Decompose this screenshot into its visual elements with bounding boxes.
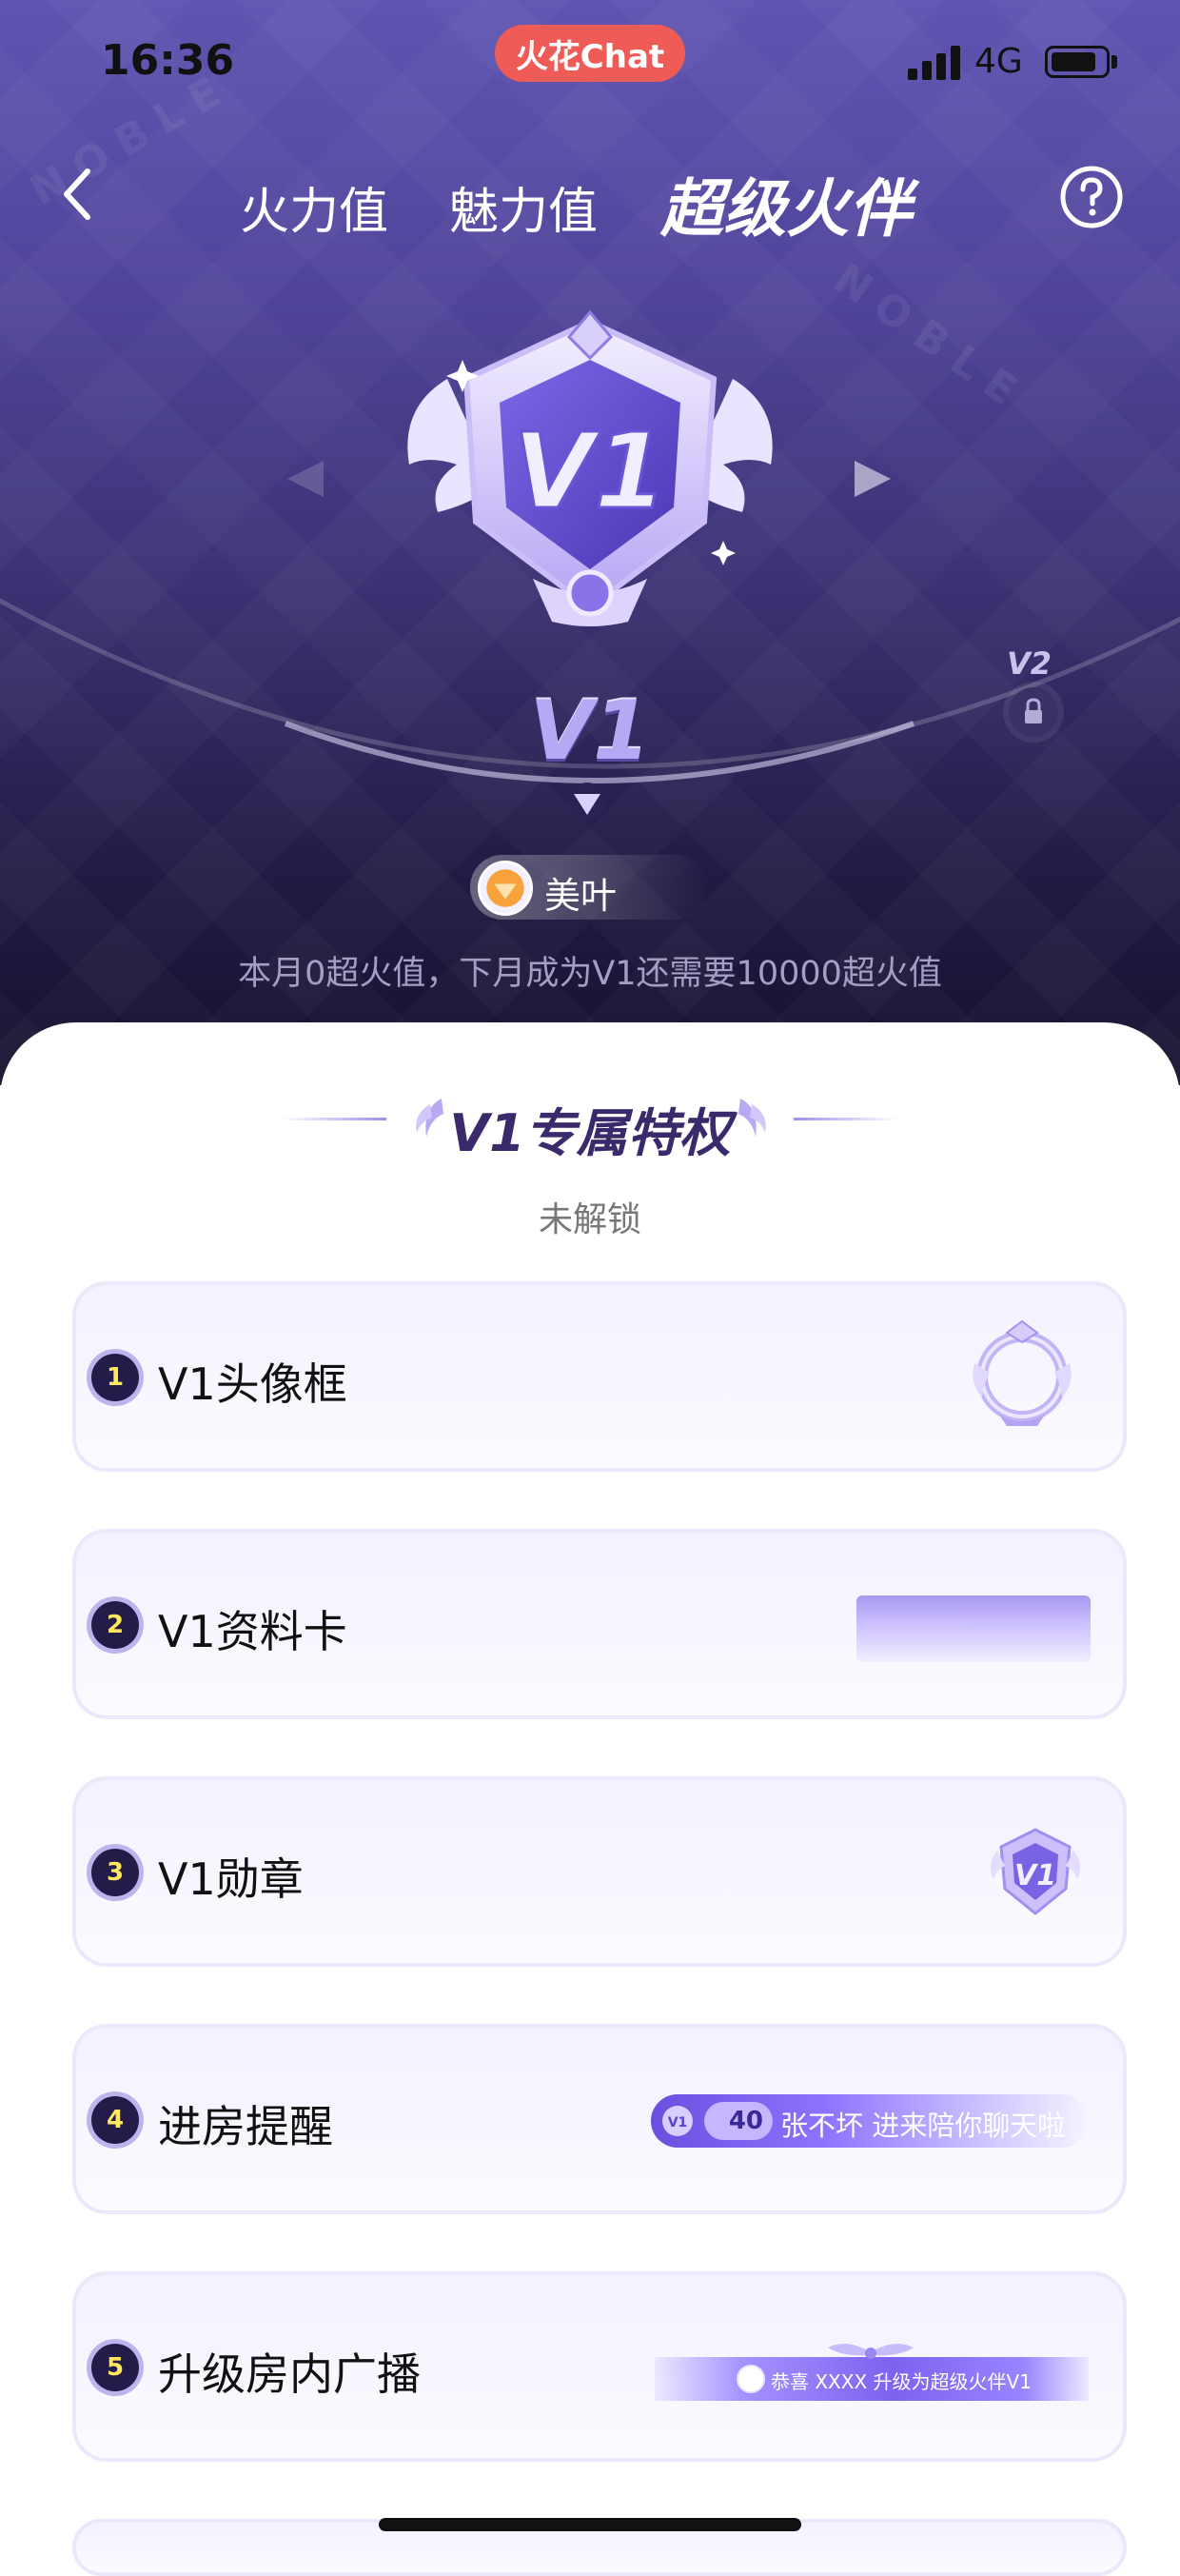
- question-circle-icon[interactable]: [1058, 164, 1125, 230]
- avatar: [737, 2365, 765, 2393]
- privilege-number: 4: [91, 2096, 139, 2144]
- entry-banner-text: 张不坏 进来陪你聊天啦: [780, 2110, 1066, 2142]
- battery-tip: [1111, 55, 1117, 69]
- progress-text: 本月0超火值，下月成为V1还需要10000超火值: [238, 955, 942, 993]
- user-name: 美叶: [544, 875, 618, 917]
- laurel-left-icon: [416, 1099, 443, 1137]
- next-level-arrow-icon[interactable]: [849, 455, 896, 503]
- level-pointer-icon: [568, 783, 606, 821]
- privileges-title: V1专属特权: [449, 1103, 731, 1163]
- privilege-label: 进房提醒: [158, 2101, 333, 2152]
- avatar[interactable]: [478, 861, 533, 916]
- bow-icon: [828, 2344, 914, 2359]
- prev-level-arrow-icon[interactable]: [282, 455, 329, 503]
- privilege-number: 2: [91, 1601, 139, 1649]
- svg-text:V1: V1: [1014, 1859, 1056, 1892]
- avatar-frame-preview-icon: [973, 1319, 1072, 1426]
- status-time: 16:36: [101, 36, 235, 85]
- profile-card-preview: [856, 1595, 1091, 1662]
- title-divider-right: [794, 1118, 898, 1120]
- network-type: 4G: [974, 42, 1023, 81]
- privilege-label: V1资料卡: [158, 1606, 347, 1657]
- next-level-label: V2: [1007, 645, 1052, 682]
- privilege-number: 1: [91, 1354, 139, 1401]
- v1-medal-icon: V1: [407, 309, 773, 626]
- svg-text:V1: V1: [513, 410, 667, 532]
- privilege-label: 升级房内广播: [158, 2348, 421, 2400]
- battery-icon: [1045, 46, 1110, 78]
- unlock-status: 未解锁: [538, 1200, 641, 1239]
- lock-icon: [1009, 687, 1058, 737]
- tab-super-partner[interactable]: 超级火伴: [660, 158, 912, 249]
- laurel-right-icon: [738, 1099, 766, 1137]
- mini-medal-icon: V1: [662, 2106, 693, 2136]
- app-chip[interactable]: 火花Chat: [495, 25, 685, 82]
- privilege-label: V1头像框: [158, 1358, 347, 1410]
- chevron-left-icon[interactable]: [49, 164, 110, 225]
- tab-huoli[interactable]: 火力值: [240, 171, 388, 243]
- level-badge: 40: [704, 2102, 773, 2140]
- title-divider-left: [282, 1118, 386, 1120]
- privilege-number: 3: [91, 1849, 139, 1896]
- broadcast-banner-text: 恭喜 XXXX 升级为超级火伴V1: [771, 2370, 1032, 2393]
- svg-text:V1: V1: [668, 2115, 688, 2130]
- tab-meili[interactable]: 魅力值: [449, 171, 598, 243]
- medal-preview-icon: V1: [990, 1828, 1081, 1915]
- home-indicator: [379, 2518, 801, 2531]
- privilege-number: 5: [91, 2344, 139, 2391]
- privilege-label: V1勋章: [158, 1853, 304, 1905]
- current-level-label: V1: [529, 684, 651, 779]
- signal-bars-icon: [908, 44, 961, 80]
